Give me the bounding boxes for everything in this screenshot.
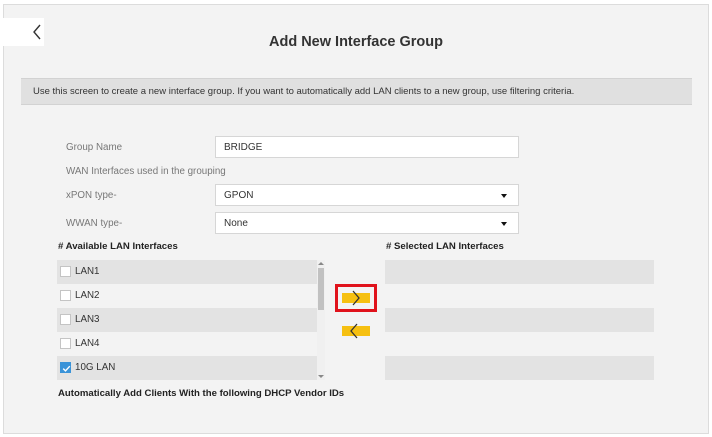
lan-item[interactable]: LAN3 — [57, 308, 317, 332]
wwan-type-label: WWAN type- — [66, 218, 123, 229]
chevron-left-icon — [350, 323, 358, 339]
chevron-right-icon — [352, 290, 360, 306]
move-right-button[interactable] — [335, 284, 377, 312]
lan-label: LAN3 — [75, 314, 100, 325]
dhcp-vendor-heading: Automatically Add Clients With the follo… — [58, 388, 345, 399]
checkmark-icon — [62, 365, 71, 372]
xpon-type-label: xPON type- — [66, 190, 117, 201]
caret-down-icon — [501, 194, 507, 198]
lan-item[interactable]: 10G LAN — [57, 356, 317, 380]
lan-label: LAN2 — [75, 290, 100, 301]
lan-checkbox[interactable] — [60, 290, 71, 301]
xpon-type-value: GPON — [224, 190, 254, 201]
scroll-thumb[interactable] — [318, 268, 324, 310]
lan-checkbox[interactable] — [60, 266, 71, 277]
selected-lan-heading: # Selected LAN Interfaces — [386, 241, 504, 252]
lan-label: LAN1 — [75, 266, 100, 277]
scroll-up-arrow-icon[interactable] — [318, 262, 324, 265]
wan-interfaces-caption: WAN Interfaces used in the grouping — [66, 166, 226, 177]
group-name-input[interactable]: BRIDGE — [215, 136, 519, 158]
available-lan-heading: # Available LAN Interfaces — [58, 241, 178, 252]
lan-checkbox[interactable] — [60, 338, 71, 349]
lan-item[interactable]: LAN1 — [57, 260, 317, 284]
lan-item[interactable]: LAN4 — [57, 332, 317, 356]
wwan-type-select[interactable]: None — [215, 212, 519, 234]
page-title: Add New Interface Group — [268, 34, 444, 50]
selected-list-row — [385, 308, 654, 332]
selected-list-row — [385, 356, 654, 380]
lan-label: 10G LAN — [75, 362, 116, 373]
wwan-type-value: None — [224, 218, 248, 229]
available-list-scrollbar[interactable] — [317, 260, 325, 380]
xpon-type-select[interactable]: GPON — [215, 184, 519, 206]
info-bar: Use this screen to create a new interfac… — [21, 78, 692, 105]
lan-checkbox[interactable] — [60, 314, 71, 325]
move-left-button[interactable] — [340, 321, 372, 341]
selected-list-row — [385, 260, 654, 284]
lan-checkbox-checked[interactable] — [60, 362, 71, 373]
info-text: Use this screen to create a new interfac… — [33, 86, 575, 97]
scroll-down-arrow-icon[interactable] — [318, 375, 324, 378]
caret-down-icon — [501, 222, 507, 226]
group-name-label: Group Name — [66, 142, 123, 153]
lan-item[interactable]: LAN2 — [57, 284, 317, 308]
lan-label: LAN4 — [75, 338, 100, 349]
